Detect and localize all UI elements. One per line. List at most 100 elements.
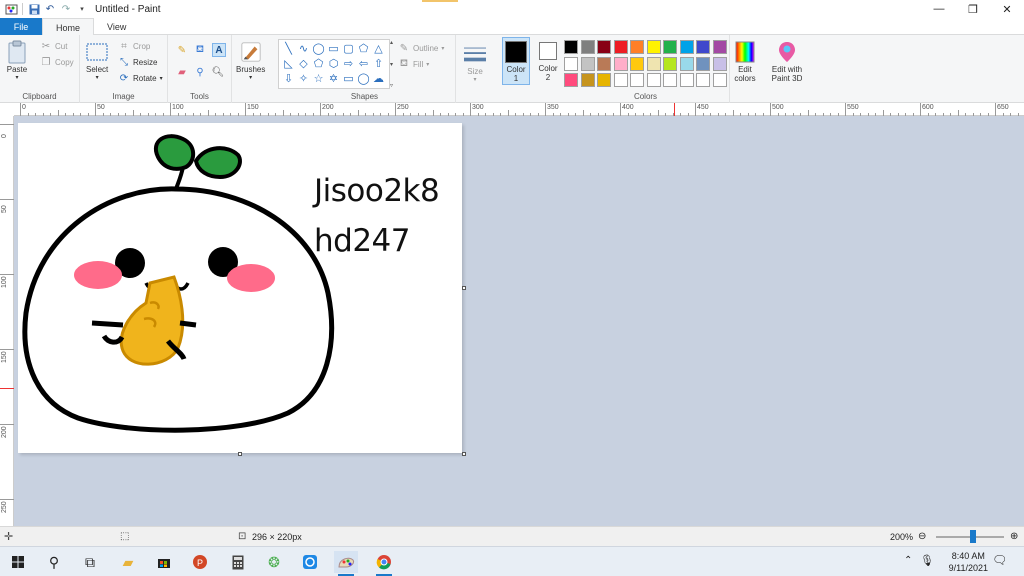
notification-icon[interactable]: 🗨︎ <box>992 553 1007 567</box>
palette-color-swatch[interactable] <box>613 73 628 87</box>
calculator-icon[interactable] <box>226 551 250 573</box>
tab-view[interactable]: View <box>94 18 139 35</box>
curve-shape-icon[interactable]: ∿ <box>296 42 311 57</box>
pencil-icon[interactable]: ✎ <box>176 44 188 56</box>
color2-button[interactable]: Color 2 <box>534 37 562 85</box>
six-point-star-shape-icon[interactable]: ✡ <box>326 72 341 87</box>
color1-button[interactable]: Color 1 <box>502 37 530 85</box>
palette-color-swatch[interactable] <box>597 73 611 87</box>
brushes-button[interactable]: Brushes ▾ <box>236 39 265 81</box>
close-button[interactable]: ✕ <box>990 0 1024 18</box>
taskbar-clock[interactable]: 8:40 AM 9/11/2021 <box>949 550 988 574</box>
tab-home[interactable]: Home <box>42 18 95 36</box>
diamond-shape-icon[interactable]: ◇ <box>296 57 311 72</box>
cut-button[interactable]: ✂ Cut <box>40 39 68 53</box>
palette-color-swatch[interactable] <box>597 56 611 71</box>
paste-dropdown-icon[interactable]: ▾ <box>15 74 18 81</box>
show-hidden-icons-icon[interactable]: ⌃ <box>904 555 912 566</box>
palette-color-swatch[interactable] <box>564 56 578 71</box>
palette-color-swatch[interactable] <box>597 40 611 54</box>
undo-icon[interactable]: ↶ <box>43 2 57 16</box>
palette-color-swatch[interactable] <box>679 73 694 87</box>
palette-color-swatch[interactable] <box>663 73 677 87</box>
palette-color-swatch[interactable] <box>613 40 628 54</box>
five-point-star-shape-icon[interactable]: ☆ <box>311 72 326 87</box>
palette-color-swatch[interactable] <box>679 40 694 54</box>
hexagon-shape-icon[interactable]: ⬡ <box>326 57 341 72</box>
file-explorer-icon[interactable]: ▰ <box>116 551 140 573</box>
copy-button[interactable]: ❐ Copy <box>40 55 74 69</box>
polygon-shape-icon[interactable]: ⬠ <box>356 42 371 57</box>
minimize-button[interactable]: — <box>922 0 956 18</box>
palette-color-swatch[interactable] <box>646 56 661 71</box>
callout-shape-icon[interactable]: ▭ <box>341 72 356 87</box>
pentagon-shape-icon[interactable]: ⬠ <box>311 57 326 72</box>
search-icon[interactable]: ⚲ <box>42 551 66 573</box>
palette-color-swatch[interactable] <box>663 40 677 54</box>
zoom-in-button[interactable]: ⊕ <box>1010 531 1018 542</box>
color-picker-icon[interactable]: ⚲ <box>194 66 206 78</box>
oval-callout-shape-icon[interactable]: ◯ <box>356 72 371 87</box>
left-arrow-shape-icon[interactable]: ⇦ <box>356 57 371 72</box>
line-shape-icon[interactable]: ╲ <box>281 42 296 57</box>
palette-color-swatch[interactable] <box>696 56 710 71</box>
rectangle-shape-icon[interactable]: ▭ <box>326 42 341 57</box>
zoom-slider-thumb[interactable] <box>970 530 976 543</box>
rotate-button[interactable]: ⟳ Rotate ▾ <box>118 71 163 85</box>
green-app-icon[interactable]: ❂ <box>262 551 286 573</box>
cloud-callout-shape-icon[interactable]: ☁ <box>371 72 386 87</box>
palette-color-swatch[interactable] <box>679 56 694 71</box>
oval-shape-icon[interactable]: ◯ <box>311 42 326 57</box>
palette-color-swatch[interactable] <box>712 40 727 54</box>
paint3d-button[interactable]: Edit with Paint 3D <box>766 39 808 83</box>
palette-color-swatch[interactable] <box>712 73 727 87</box>
chrome-icon[interactable] <box>372 551 396 576</box>
down-arrow-shape-icon[interactable]: ⇩ <box>281 72 296 87</box>
resize-button[interactable]: ⤡ Resize <box>118 55 157 69</box>
redo-icon[interactable]: ↷ <box>59 2 73 16</box>
task-view-icon[interactable]: ⧉ <box>78 551 102 573</box>
palette-color-swatch[interactable] <box>580 40 595 54</box>
rounded-rectangle-shape-icon[interactable]: ▢ <box>341 42 356 57</box>
crop-button[interactable]: ⌗ Crop <box>118 39 150 53</box>
palette-color-swatch[interactable] <box>580 73 595 87</box>
outline-button[interactable]: ✎ Outline ▾ <box>398 41 445 55</box>
right-arrow-shape-icon[interactable]: ⇨ <box>341 57 356 72</box>
right-triangle-shape-icon[interactable]: ◺ <box>281 57 296 72</box>
edit-colors-button[interactable]: Edit colors <box>730 39 760 83</box>
palette-color-swatch[interactable] <box>613 56 628 71</box>
magnifier-icon[interactable]: 🔍︎ <box>212 66 225 78</box>
blue-app-icon[interactable] <box>298 551 322 573</box>
palette-color-swatch[interactable] <box>646 73 661 87</box>
select-button[interactable]: Select ▾ <box>86 39 108 81</box>
palette-color-swatch[interactable] <box>646 40 661 54</box>
palette-color-swatch[interactable] <box>564 40 578 54</box>
resize-handle-corner[interactable] <box>462 452 466 456</box>
customize-qat-icon[interactable]: ▾ <box>75 2 89 16</box>
tab-file[interactable]: File <box>0 18 42 35</box>
shapes-gallery[interactable]: ╲ ∿ ◯ ▭ ▢ ⬠ △ ◺ ◇ ⬠ ⬡ ⇨ ⇦ ⇧ ⇩ ✧ ☆ ✡ ▭ ◯ <box>278 39 390 89</box>
four-point-star-shape-icon[interactable]: ✧ <box>296 72 311 87</box>
powerpoint-icon[interactable]: P <box>188 551 212 573</box>
palette-color-swatch[interactable] <box>630 73 644 87</box>
shapes-scroll-up-icon[interactable]: ▴ <box>390 39 396 46</box>
triangle-shape-icon[interactable]: △ <box>371 42 386 57</box>
brushes-dropdown-icon[interactable]: ▾ <box>249 74 252 81</box>
eraser-icon[interactable]: ▰ <box>176 66 188 78</box>
palette-color-swatch[interactable] <box>712 56 727 71</box>
resize-handle-bottom[interactable] <box>238 452 242 456</box>
store-icon[interactable] <box>152 551 176 573</box>
paint-taskbar-icon[interactable] <box>334 551 358 576</box>
fill-button[interactable]: ⛾ Fill ▾ <box>398 57 429 71</box>
palette-color-swatch[interactable] <box>663 56 677 71</box>
palette-color-swatch[interactable] <box>564 73 578 87</box>
resize-handle-right[interactable] <box>462 286 466 290</box>
windows-start-icon[interactable] <box>6 551 30 573</box>
zoom-out-button[interactable]: ⊖ <box>918 531 926 542</box>
text-tool-icon[interactable]: A <box>212 43 226 57</box>
drawing-canvas[interactable]: Jisoo2k8 hd247 <box>18 123 462 453</box>
palette-color-swatch[interactable] <box>630 56 644 71</box>
select-dropdown-icon[interactable]: ▾ <box>96 74 99 81</box>
rotate-dropdown-icon[interactable]: ▾ <box>160 75 163 82</box>
save-icon[interactable] <box>27 2 41 16</box>
